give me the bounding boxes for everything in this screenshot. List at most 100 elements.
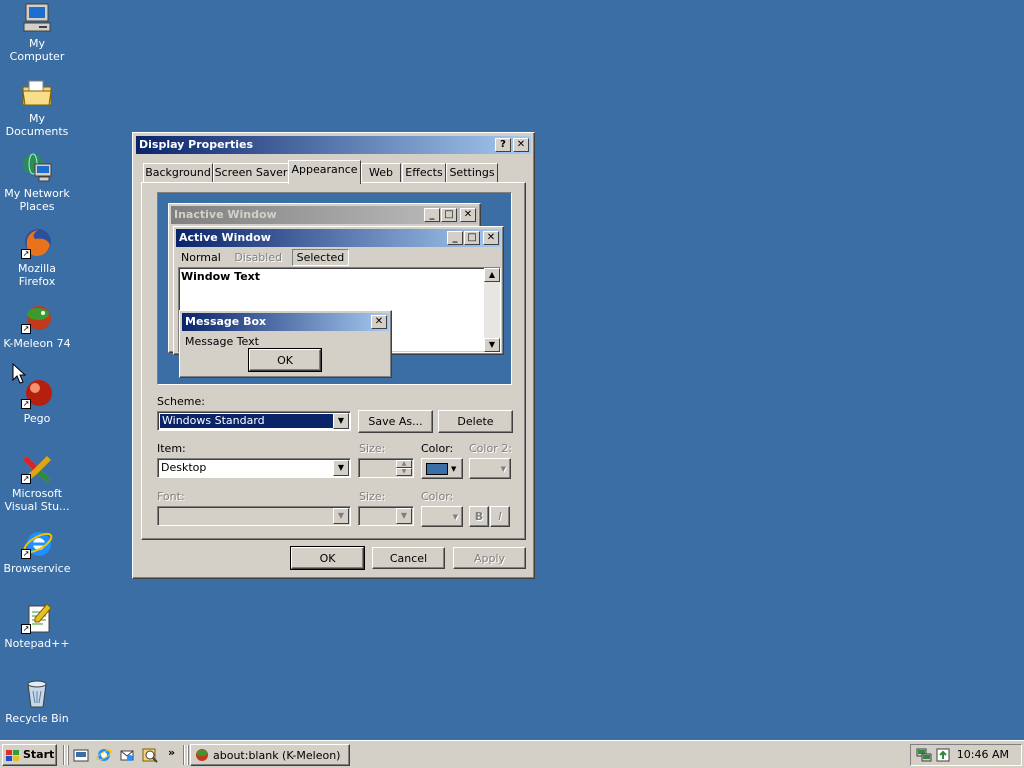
shortcut-arrow-icon: ↗	[21, 249, 31, 259]
maximize-icon: □	[441, 208, 457, 222]
minimize-icon: _	[424, 208, 440, 222]
preview-active-titlebar: Active Window _ □ ✕	[176, 229, 501, 247]
desktop-icon-label: My Documents	[5, 112, 69, 138]
chevron-down-icon[interactable]: ▼	[333, 413, 349, 429]
network-icon	[21, 152, 53, 184]
tab-appearance[interactable]: Appearance	[288, 160, 361, 184]
tab-effects[interactable]: Effects	[402, 163, 446, 183]
desktop-icon-firefox[interactable]: ↗ Mozilla Firefox	[0, 227, 74, 288]
taskbar: Start » about:blank (K-Meleon) 10:46 AM	[0, 740, 1024, 768]
bold-button[interactable]: B	[469, 506, 489, 527]
preview-inactive-titlebar: Inactive Window _ □ ✕	[171, 206, 478, 224]
save-as-button[interactable]: Save As...	[358, 410, 433, 433]
system-tray: 10:46 AM	[910, 744, 1022, 766]
kmeleon-icon: ↗	[21, 302, 53, 334]
desktop-icon-label: Recycle Bin	[5, 712, 69, 725]
quick-launch-separator	[63, 745, 65, 765]
tab-background[interactable]: Background	[143, 163, 213, 183]
menu-item-selected: Selected	[291, 249, 350, 266]
quick-launch-separator	[67, 745, 69, 765]
chevron-down-icon[interactable]: ▼	[333, 460, 349, 476]
scheme-select[interactable]: Windows Standard ▼	[157, 411, 351, 431]
font-color-label: Color:	[421, 490, 454, 503]
shortcut-arrow-icon: ↗	[21, 399, 31, 409]
desktop-icon-recycle-bin[interactable]: Recycle Bin	[0, 677, 74, 725]
tab-screen-saver[interactable]: Screen Saver	[213, 163, 289, 183]
color2-label: Color 2:	[469, 442, 512, 455]
spinner-arrows-icon: ▲ ▼	[396, 460, 412, 476]
desktop-icon-notepadpp[interactable]: ↗ Notepad++	[0, 602, 74, 650]
ok-button[interactable]: OK	[290, 546, 365, 570]
start-button[interactable]: Start	[2, 744, 57, 766]
font-label: Font:	[157, 490, 185, 503]
windows-logo-icon	[6, 749, 20, 761]
desktop-icon-visual-studio[interactable]: ↗ Microsoft Visual Stu...	[0, 452, 74, 513]
dialog-titlebar[interactable]: Display Properties ? ✕	[136, 136, 531, 154]
kmeleon-icon	[195, 748, 209, 762]
task-separator	[183, 745, 185, 765]
scheme-label: Scheme:	[157, 395, 205, 408]
font-select[interactable]: ▼	[157, 506, 351, 526]
size-spinner[interactable]: ▲ ▼	[358, 458, 414, 478]
shortcut-arrow-icon: ↗	[21, 474, 31, 484]
cancel-button[interactable]: Cancel	[372, 547, 445, 569]
italic-button[interactable]: I	[490, 506, 510, 527]
dialog-title: Display Properties	[139, 138, 254, 151]
msgbox-ok-button[interactable]: OK	[248, 348, 322, 372]
network-tray-icon[interactable]	[916, 747, 932, 763]
quick-launch-chevron[interactable]: »	[168, 746, 175, 759]
preview-msgbox-titlebar: Message Box ✕	[182, 313, 389, 331]
color-swatch	[426, 462, 448, 475]
start-label: Start	[23, 748, 55, 761]
font-size-select[interactable]: ▼	[358, 506, 414, 526]
active-window-title: Active Window	[179, 231, 271, 244]
color2-picker-button[interactable]: ▼	[469, 458, 511, 479]
desktop-icon-label: My Network Places	[4, 187, 70, 213]
sync-tray-icon[interactable]	[935, 747, 951, 763]
item-label: Item:	[157, 442, 186, 455]
chevron-down-icon: ▼	[451, 464, 457, 473]
appearance-preview[interactable]: Inactive Window _ □ ✕ Active Window _ □ …	[157, 192, 512, 385]
minimize-icon: _	[447, 231, 463, 245]
menu-item-disabled: Disabled	[234, 251, 283, 264]
item-select[interactable]: Desktop ▼	[157, 458, 351, 478]
font-color-picker-button[interactable]: ▼	[421, 506, 463, 527]
outlook-express-icon[interactable]	[119, 747, 135, 763]
clock[interactable]: 10:46 AM	[957, 745, 1009, 765]
desktop-icon-label: Pego	[23, 412, 51, 425]
delete-button[interactable]: Delete	[438, 410, 513, 433]
desktop-icon-pego[interactable]: ↗ Pego	[0, 377, 74, 425]
desktop-icon-kmeleon[interactable]: ↗ K-Meleon 74	[0, 302, 74, 350]
apply-button[interactable]: Apply	[453, 547, 526, 569]
close-icon: ✕	[460, 208, 476, 222]
ie-icon[interactable]	[96, 747, 112, 763]
close-button[interactable]: ✕	[513, 138, 529, 152]
desktop-icon-label: My Computer	[9, 37, 65, 63]
help-button[interactable]: ?	[495, 138, 511, 152]
show-desktop-icon[interactable]	[73, 747, 89, 763]
shortcut-arrow-icon: ↗	[21, 324, 31, 334]
inactive-window-title: Inactive Window	[174, 208, 277, 221]
tab-web[interactable]: Web	[361, 163, 401, 183]
desktop-icon-browservice[interactable]: ↗ Browservice	[0, 527, 74, 575]
item-selected-value: Desktop	[161, 461, 207, 474]
desktop-icon-label: Mozilla Firefox	[18, 262, 56, 288]
tab-settings[interactable]: Settings	[446, 163, 498, 183]
desktop-icon-my-computer[interactable]: My Computer	[0, 2, 74, 63]
chevron-down-icon: ▼	[500, 464, 506, 473]
desktop-icon-label: K-Meleon 74	[3, 337, 71, 350]
color-picker-button[interactable]: ▼	[421, 458, 463, 479]
maximize-icon: □	[464, 231, 480, 245]
search-icon[interactable]	[142, 747, 158, 763]
task-button-label: about:blank (K-Meleon)	[213, 748, 341, 762]
desktop-icon-network-places[interactable]: My Network Places	[0, 152, 74, 213]
task-button-kmeleon[interactable]: about:blank (K-Meleon)	[190, 744, 350, 766]
desktop-icon-my-documents[interactable]: My Documents	[0, 77, 74, 138]
chevron-down-icon[interactable]: ▼	[333, 508, 349, 524]
preview-message-box[interactable]: Message Box ✕ Message Text OK	[179, 310, 392, 378]
size-label: Size:	[359, 442, 386, 455]
chevron-down-icon[interactable]: ▼	[396, 508, 412, 524]
desktop-icon-label: Browservice	[3, 562, 71, 575]
scroll-down-icon: ▼	[484, 338, 500, 352]
window-text: Window Text	[181, 270, 261, 283]
